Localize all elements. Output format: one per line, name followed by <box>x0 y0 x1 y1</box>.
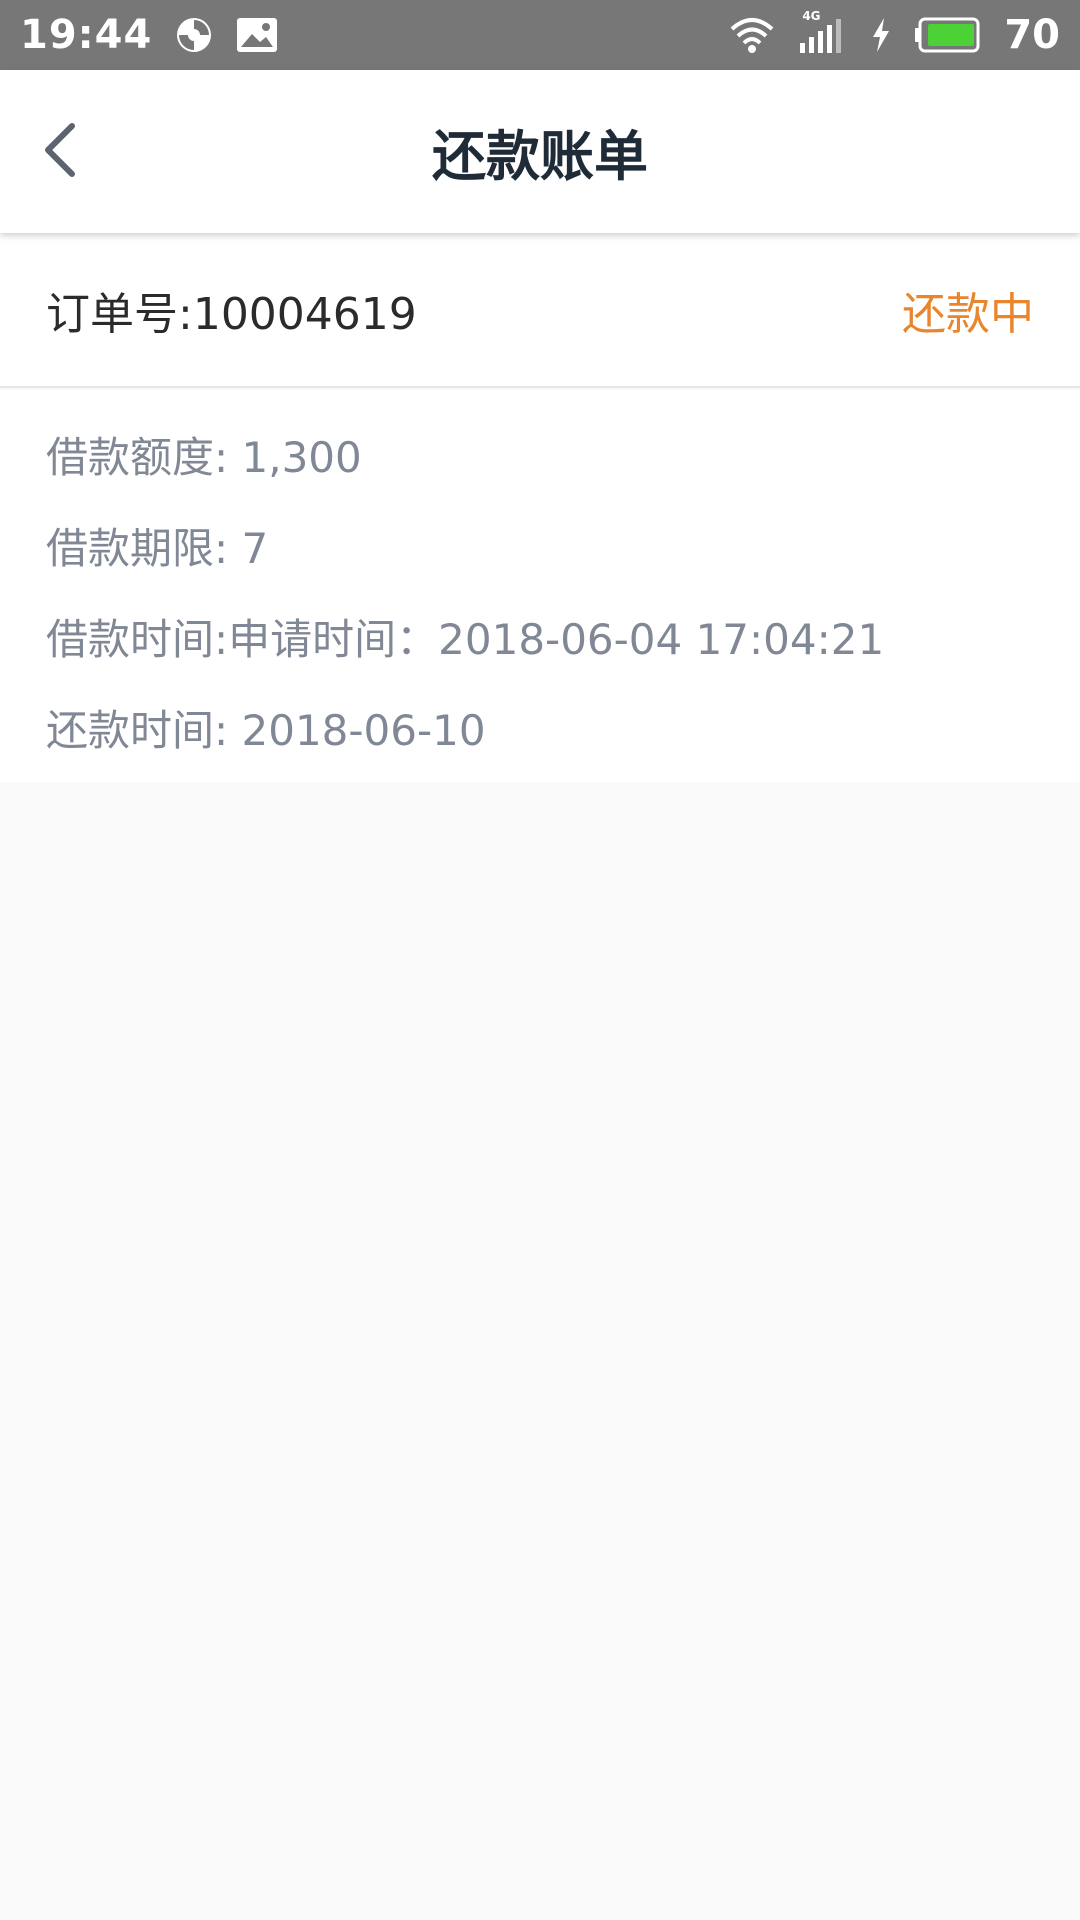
battery-percent: 70 <box>1004 12 1060 58</box>
app-header: 还款账单 <box>0 70 1080 233</box>
signal-icon: 4G <box>798 9 848 55</box>
status-bar: 19:44 4G 70 <box>0 0 1080 70</box>
loan-time: 借款时间:申请时间：2018-06-04 17:04:21 <box>46 615 885 664</box>
chevron-left-icon <box>45 123 75 177</box>
vpn-sync-icon <box>174 15 214 55</box>
order-status-badge: 还款中 <box>902 288 1034 340</box>
charging-icon <box>870 16 892 54</box>
image-notification-icon <box>236 17 278 53</box>
repayment-time: 还款时间: 2018-06-10 <box>46 706 486 755</box>
status-left: 19:44 <box>20 12 278 58</box>
back-button[interactable] <box>20 110 100 190</box>
page-title: 还款账单 <box>432 125 648 188</box>
loan-amount: 借款额度: 1,300 <box>46 433 362 482</box>
status-time: 19:44 <box>20 12 153 58</box>
loan-term: 借款期限: 7 <box>46 524 269 573</box>
network-type-label: 4G <box>802 9 821 23</box>
battery-icon <box>914 17 982 53</box>
order-number: 订单号:10004619 <box>46 288 417 340</box>
loan-details: 借款额度: 1,300 借款期限: 7 借款时间:申请时间：2018-06-04… <box>0 390 1080 782</box>
order-row[interactable]: 订单号:10004619 还款中 <box>0 233 1080 388</box>
status-right: 4G 70 <box>728 9 1060 58</box>
wifi-icon <box>728 15 776 55</box>
